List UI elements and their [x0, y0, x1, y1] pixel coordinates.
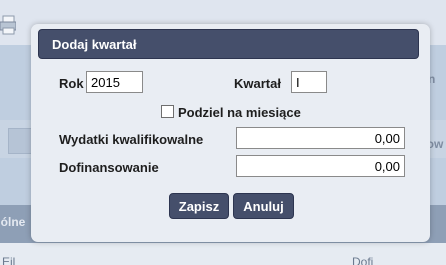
rok-label: Rok	[59, 76, 84, 91]
rok-input[interactable]	[86, 71, 143, 93]
dialog-titlebar: Dodaj kwartał	[38, 29, 419, 59]
background-table-row	[0, 243, 446, 265]
kwartal-input[interactable]	[291, 71, 327, 93]
background-header-text: ogólne	[0, 215, 26, 229]
wydatki-label: Wydatki kwalifikowalne	[59, 132, 204, 147]
podziel-checkbox[interactable]	[161, 105, 174, 118]
save-button[interactable]: Zapisz	[169, 193, 229, 219]
background-text-fragment: Eil	[2, 255, 16, 265]
podziel-label: Podziel na miesiące	[178, 105, 301, 120]
background-text-fragment: Dofi	[352, 255, 374, 265]
add-quarter-dialog: Dodaj kwartał Rok Kwartał Podziel na mie…	[31, 24, 430, 242]
kwartal-label: Kwartał	[234, 76, 281, 91]
dofinansowanie-input[interactable]	[236, 155, 405, 177]
dofinansowanie-label: Dofinansowanie	[59, 160, 159, 175]
wydatki-input[interactable]	[236, 127, 405, 149]
dialog-title: Dodaj kwartał	[52, 37, 137, 52]
printer-icon	[0, 15, 16, 35]
cancel-button[interactable]: Anuluj	[233, 193, 294, 219]
